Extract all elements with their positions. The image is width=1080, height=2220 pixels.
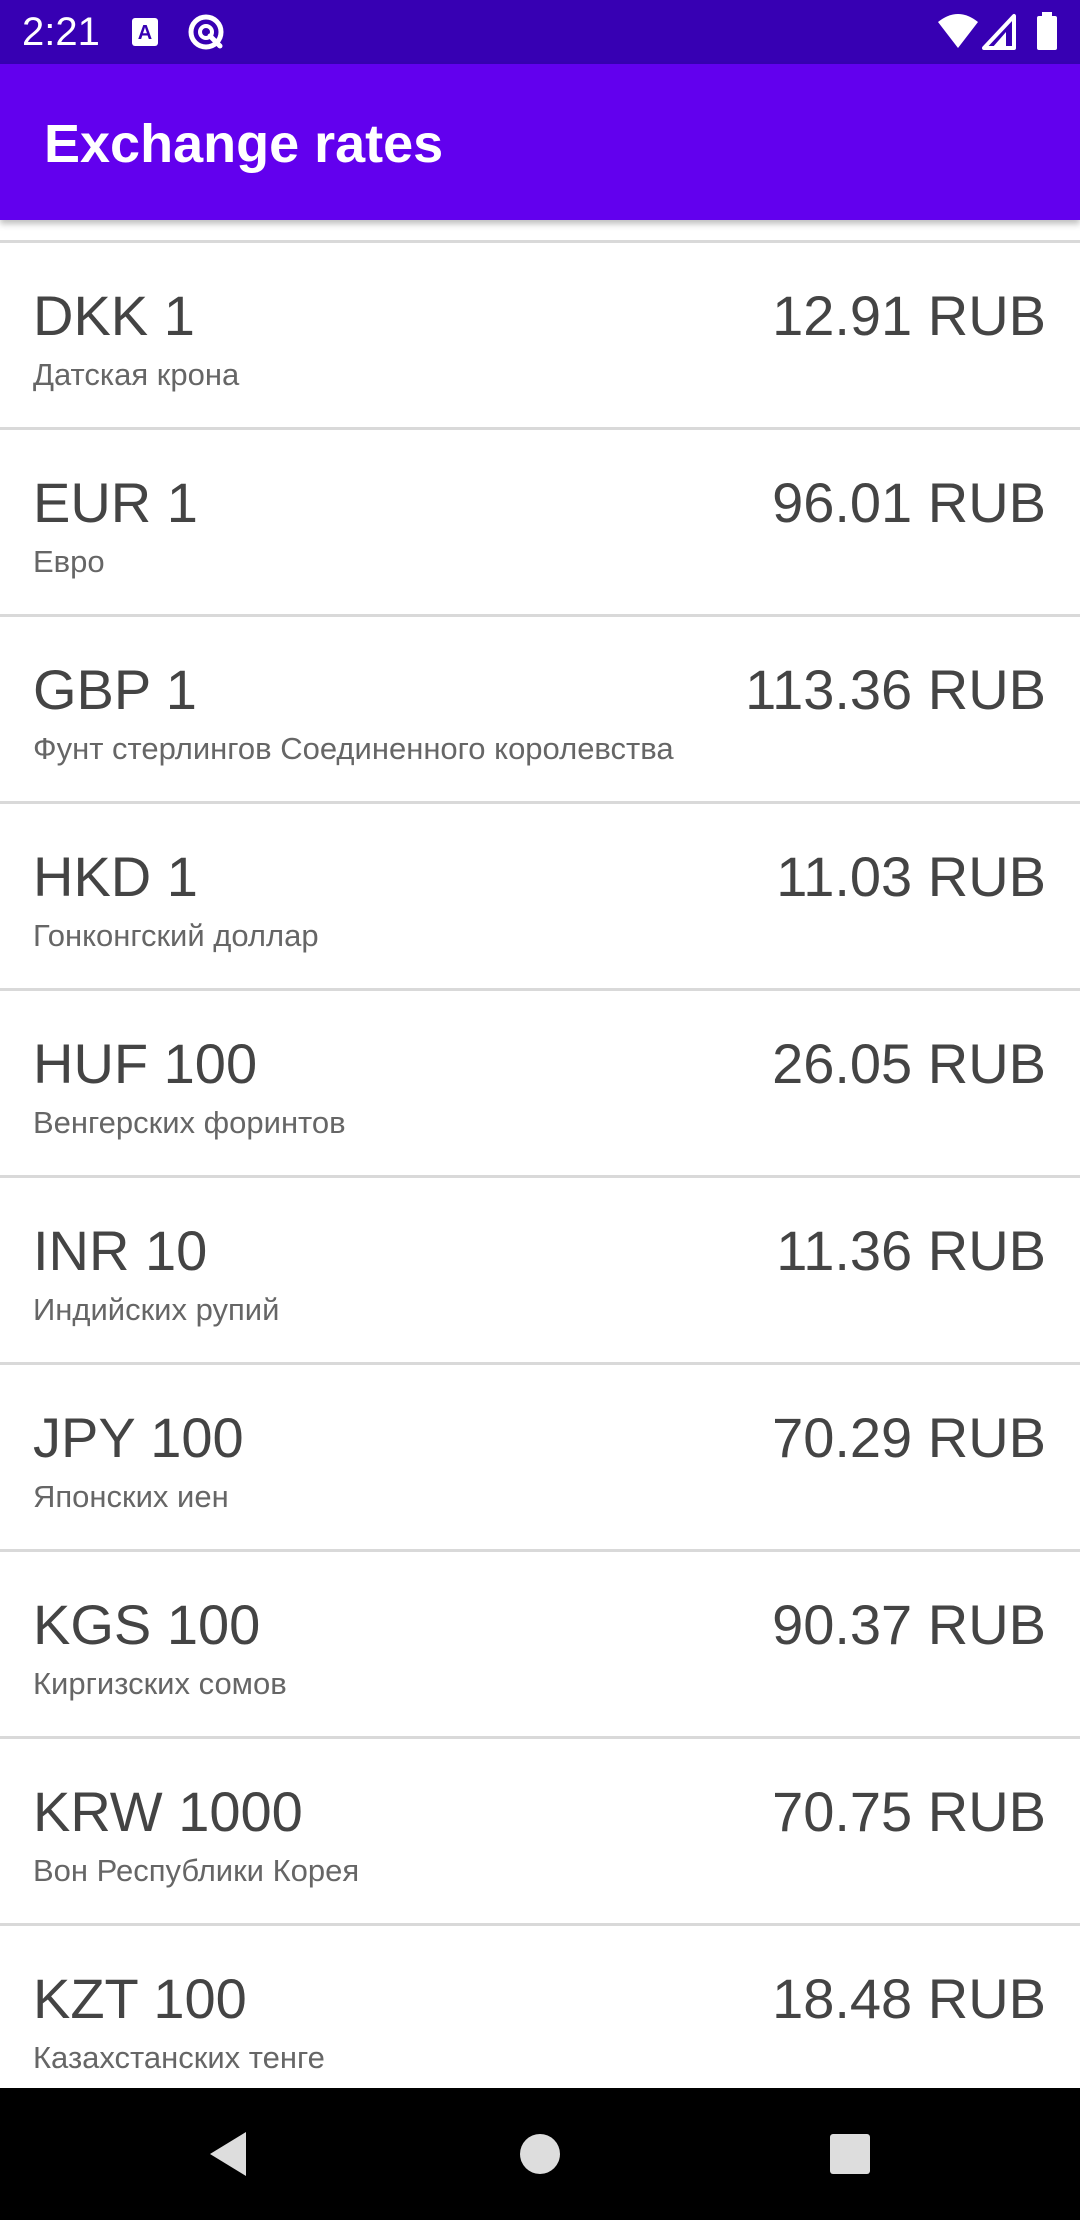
svg-text:A: A <box>138 22 152 44</box>
rate-value: 70.29 RUB <box>772 1406 1046 1469</box>
home-icon[interactable] <box>510 2124 570 2184</box>
rate-code: GBP 1 <box>33 658 197 721</box>
keyboard-a-icon: A <box>130 12 162 57</box>
rate-value: 11.03 RUB <box>776 845 1046 908</box>
rate-value: 11.36 RUB <box>776 1219 1046 1282</box>
rate-row-kzt[interactable]: KZT 100 Казахстанских тенге 18.48 RUB <box>0 1926 1080 2088</box>
cell-signal-icon <box>982 12 1018 57</box>
app-title: Exchange rates <box>44 114 444 174</box>
rate-code: EUR 1 <box>33 471 198 534</box>
rate-code: JPY 100 <box>33 1406 244 1469</box>
wifi-icon <box>936 12 980 57</box>
battery-icon <box>1036 12 1058 57</box>
screen: 2:21 A Exchange rates DKK 1 Датская крон… <box>0 0 1080 2220</box>
rate-name: Гонконгский доллар <box>33 918 319 953</box>
rate-name: Датская крона <box>33 357 240 392</box>
rate-row-eur[interactable]: EUR 1 Евро 96.01 RUB <box>0 430 1080 617</box>
rate-code: DKK 1 <box>33 284 195 347</box>
rate-row-krw[interactable]: KRW 1000 Вон Республики Корея 70.75 RUB <box>0 1739 1080 1926</box>
rate-code: KRW 1000 <box>33 1780 303 1843</box>
recents-icon[interactable] <box>820 2124 880 2184</box>
rate-name: Индийских рупий <box>33 1292 280 1327</box>
rate-code: INR 10 <box>33 1219 208 1282</box>
rate-name: Евро <box>33 544 105 579</box>
rate-row-kgs[interactable]: KGS 100 Киргизских сомов 90.37 RUB <box>0 1552 1080 1739</box>
rate-value: 12.91 RUB <box>772 284 1046 347</box>
rates-list[interactable]: DKK 1 Датская крона 12.91 RUB EUR 1 Евро… <box>0 220 1080 2088</box>
status-time: 2:21 <box>22 10 100 54</box>
rate-value: 18.48 RUB <box>772 1967 1046 2030</box>
rate-row-huf[interactable]: HUF 100 Венгерских форинтов 26.05 RUB <box>0 991 1080 1178</box>
rate-name: Фунт стерлингов Соединенного королевства <box>33 731 674 766</box>
rate-value: 96.01 RUB <box>772 471 1046 534</box>
no-sim-cast-icon <box>186 12 226 57</box>
rate-row-hkd[interactable]: HKD 1 Гонконгский доллар 11.03 RUB <box>0 804 1080 991</box>
rate-value: 90.37 RUB <box>772 1593 1046 1656</box>
status-bar: 2:21 A <box>0 0 1080 64</box>
app-bar: Exchange rates <box>0 64 1080 220</box>
rate-value: 26.05 RUB <box>772 1032 1046 1095</box>
rate-code: KZT 100 <box>33 1967 247 2030</box>
rate-row-inr[interactable]: INR 10 Индийских рупий 11.36 RUB <box>0 1178 1080 1365</box>
rate-name: Киргизских сомов <box>33 1666 287 1701</box>
navigation-bar <box>0 2088 1080 2220</box>
rate-name: Казахстанских тенге <box>33 2040 325 2075</box>
rate-code: HKD 1 <box>33 845 198 908</box>
back-icon[interactable] <box>200 2124 260 2184</box>
rate-code: KGS 100 <box>33 1593 261 1656</box>
rate-name: Вон Республики Корея <box>33 1853 360 1888</box>
rate-value: 70.75 RUB <box>772 1780 1046 1843</box>
rate-name: Японских иен <box>33 1479 229 1514</box>
rate-row-gbp[interactable]: GBP 1 Фунт стерлингов Соединенного корол… <box>0 617 1080 804</box>
rate-code: HUF 100 <box>33 1032 258 1095</box>
rate-name: Венгерских форинтов <box>33 1105 346 1140</box>
rate-row-jpy[interactable]: JPY 100 Японских иен 70.29 RUB <box>0 1365 1080 1552</box>
rate-row-dkk[interactable]: DKK 1 Датская крона 12.91 RUB <box>0 243 1080 430</box>
rate-value: 113.36 RUB <box>745 658 1046 721</box>
